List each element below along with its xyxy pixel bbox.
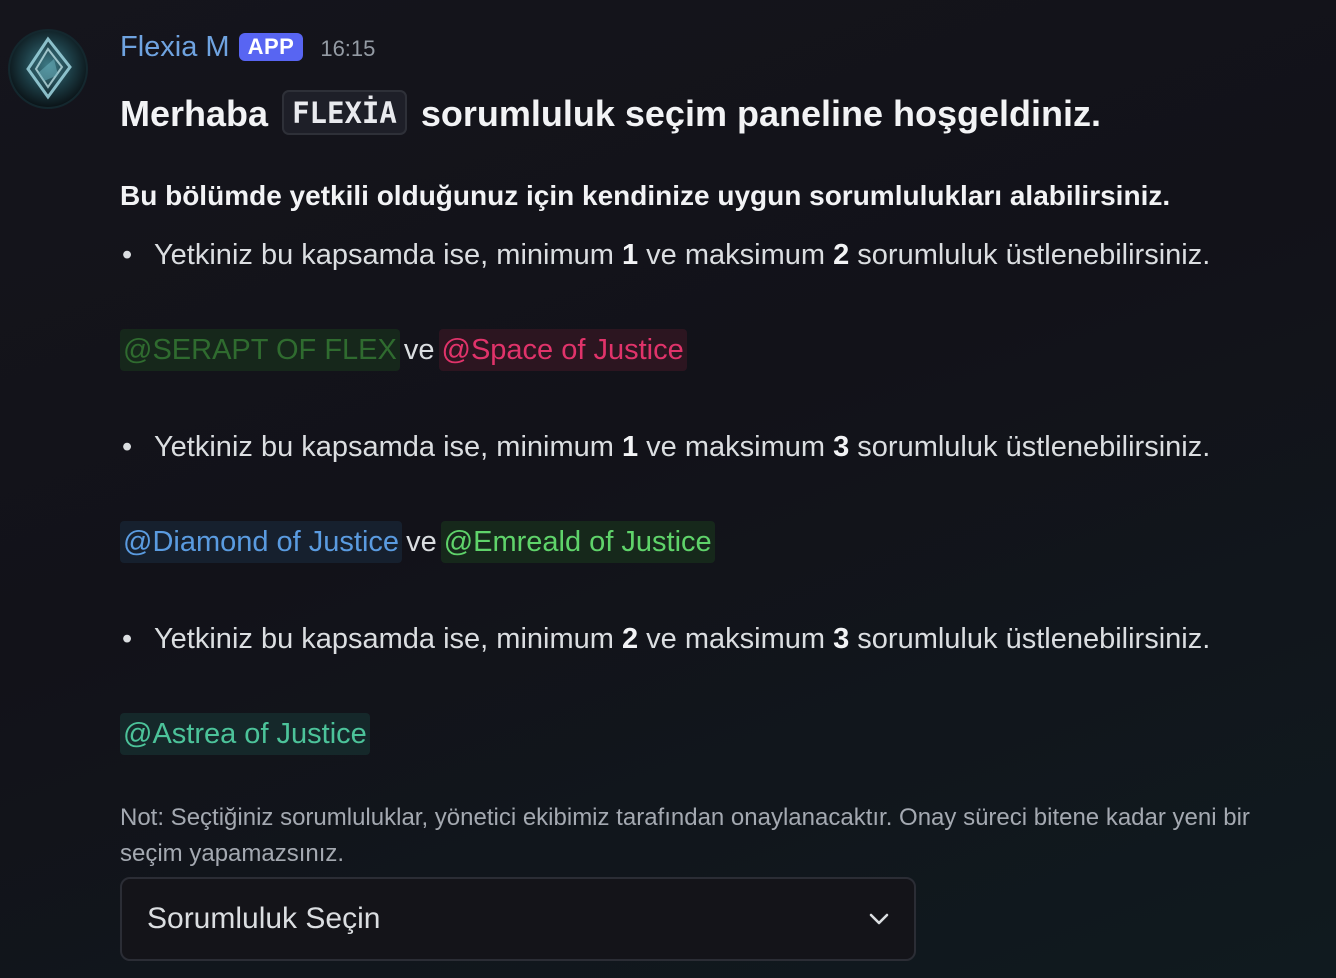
tier-text: sorumluluk üstlenebilirsiniz.: [849, 431, 1211, 463]
tier-text: sorumluluk üstlenebilirsiniz.: [849, 623, 1211, 655]
avatar[interactable]: [8, 29, 88, 109]
tier-3-roles: @Astrea of Justice: [120, 713, 370, 755]
bullet-dot: •: [122, 623, 133, 655]
connector-text: ve: [406, 526, 437, 558]
role-mention-serapt[interactable]: @SERAPT OF FLEX: [120, 329, 400, 371]
tier-text: ve maksimum: [638, 431, 834, 463]
tier-max: 3: [833, 623, 850, 655]
message-subtitle: Bu bölümde yetkili olduğunuz için kendin…: [120, 180, 1171, 211]
role-mention-emreald[interactable]: @Emreald of Justice: [440, 521, 715, 563]
tier-text: sorumluluk üstlenebilirsiniz.: [849, 239, 1211, 271]
chat-message: Flexia M APP 16:15 Merhaba FLEXİA soruml…: [0, 0, 1336, 978]
tier-text: Yetkiniz bu kapsamda ise, minimum: [154, 623, 622, 655]
responsibility-select[interactable]: Sorumluluk Seçin: [120, 877, 916, 961]
title-code: FLEXİA: [282, 90, 407, 135]
message-title: Merhaba FLEXİA sorumluluk seçim paneline…: [120, 88, 1101, 139]
app-badge: APP: [238, 33, 304, 61]
author-name[interactable]: Flexia M: [120, 26, 230, 68]
tier-text: ve maksimum: [638, 623, 834, 655]
tier-max: 2: [833, 239, 850, 271]
connector-text: ve: [403, 334, 435, 366]
tier-min: 1: [621, 431, 639, 463]
chevron-down-icon: [866, 906, 892, 932]
role-mention-astrea[interactable]: @Astrea of Justice: [120, 713, 370, 755]
tier-text: Yetkiniz bu kapsamda ise, minimum: [154, 239, 622, 271]
tier-text: Yetkiniz bu kapsamda ise, minimum: [154, 431, 622, 463]
tier-min: 1: [621, 239, 639, 271]
bullet-dot: •: [122, 431, 133, 463]
tier-1-bullet: • Yetkiniz bu kapsamda ise, minimum 1 ve …: [120, 235, 1210, 275]
message-content: Flexia M APP 16:15 Merhaba FLEXİA soruml…: [120, 26, 1310, 961]
tier-min: 2: [621, 623, 639, 655]
tier-1-roles: @SERAPT OF FLEX ve @Space of Justice: [120, 329, 687, 371]
tier-max: 3: [833, 431, 850, 463]
tier-3-bullet: • Yetkiniz bu kapsamda ise, minimum 2 ve …: [120, 619, 1210, 659]
title-prefix: Merhaba: [120, 93, 269, 134]
title-suffix: sorumluluk seçim paneline hoşgeldiniz.: [420, 93, 1101, 134]
tier-2-roles: @Diamond of Justice ve @Emreald of Justice: [120, 521, 715, 563]
message-header: Flexia M APP 16:15: [120, 26, 1310, 68]
tier-2-bullet: • Yetkiniz bu kapsamda ise, minimum 1 ve …: [120, 427, 1210, 467]
bullet-dot: •: [122, 239, 133, 271]
tier-text: ve maksimum: [638, 239, 834, 271]
timestamp[interactable]: 16:15: [320, 24, 375, 70]
role-mention-space[interactable]: @Space of Justice: [438, 329, 687, 371]
role-mention-diamond[interactable]: @Diamond of Justice: [120, 521, 403, 563]
note-text: Not: Seçtiğiniz sorumluluklar, yönetici …: [120, 804, 1250, 867]
flexia-logo-icon: [10, 31, 86, 107]
select-placeholder: Sorumluluk Seçin: [147, 902, 381, 935]
